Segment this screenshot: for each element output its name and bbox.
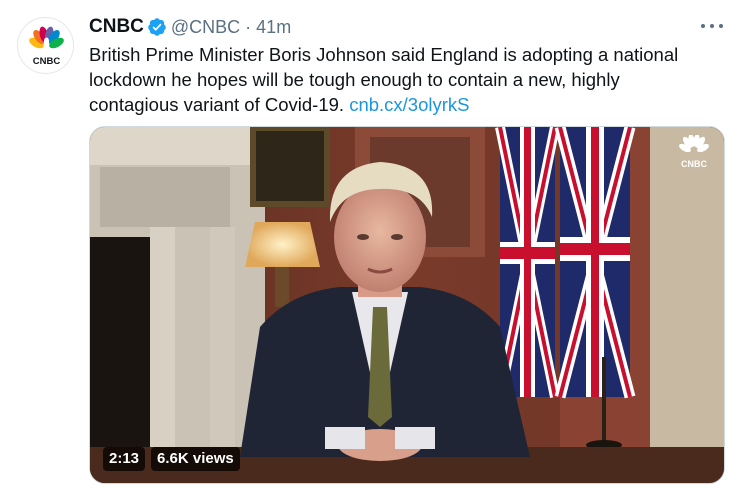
tweet-header: CNBC @CNBC · 41m [89, 14, 291, 40]
more-options-icon[interactable] [700, 17, 724, 35]
avatar[interactable]: CNBC [17, 17, 74, 74]
tweet-timestamp[interactable]: 41m [256, 17, 291, 38]
tweet[interactable]: CNBC CNBC @CNBC · 41m British Prime Mini… [0, 0, 739, 496]
avatar-label: CNBC [33, 56, 61, 67]
video-player[interactable]: CNBC 2:13 6.6K views [89, 126, 725, 484]
separator-dot: · [245, 16, 252, 37]
tweet-text: British Prime Minister Boris Johnson sai… [89, 42, 709, 117]
nbc-peacock-icon: CNBC [29, 26, 64, 67]
verified-badge-icon [147, 17, 167, 37]
video-badges: 2:13 6.6K views [103, 447, 240, 471]
watermark-label: CNBC [681, 159, 707, 169]
author-name[interactable]: CNBC [89, 16, 144, 38]
video-views: 6.6K views [151, 447, 240, 471]
video-thumbnail [90, 127, 724, 483]
video-duration: 2:13 [103, 447, 146, 471]
author-handle[interactable]: @CNBC [171, 17, 240, 38]
tweet-link[interactable]: cnb.cx/3olyrkS [349, 94, 469, 115]
cnbc-watermark-icon: CNBC [674, 134, 714, 169]
